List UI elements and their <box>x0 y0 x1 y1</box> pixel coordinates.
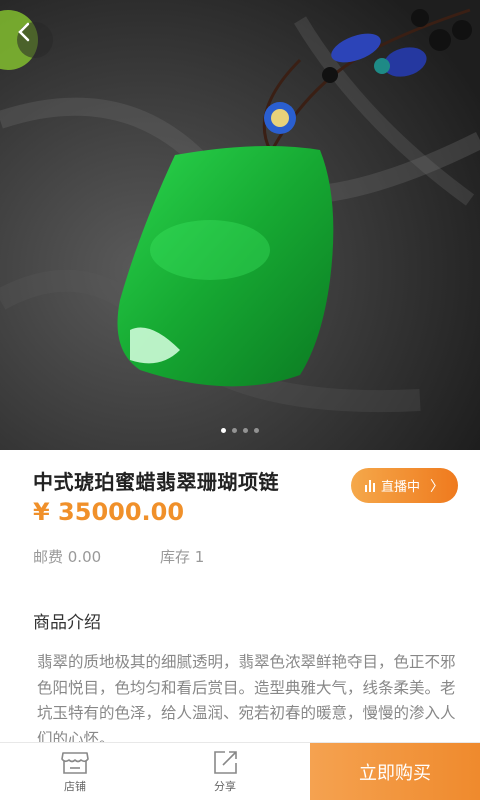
jade-pendant-photo <box>0 0 480 450</box>
store-tab[interactable]: 店铺 <box>0 743 150 800</box>
store-icon <box>61 752 89 774</box>
buy-now-button[interactable]: 立即购买 <box>310 743 480 800</box>
stock-count: 库存 1 <box>160 548 205 566</box>
live-stream-button[interactable]: 直播中 〉 <box>351 468 458 503</box>
product-price: ¥ 35000.00 <box>33 498 185 526</box>
live-label: 直播中 <box>381 480 421 495</box>
product-image[interactable] <box>0 0 480 450</box>
pagination-dot[interactable] <box>254 428 259 433</box>
product-title: 中式琥珀蜜蜡翡翠珊瑚项链 <box>33 470 279 494</box>
gallery-pagination <box>0 428 480 433</box>
chevron-left-icon <box>18 22 30 42</box>
store-label: 店铺 <box>64 780 86 793</box>
back-button[interactable] <box>17 22 53 58</box>
pagination-dot[interactable] <box>221 428 226 433</box>
pagination-dot[interactable] <box>232 428 237 433</box>
intro-text: 翡翠的质地极其的细腻透明，翡翠色浓翠鲜艳夺目，色正不邪色阳悦目，色均匀和看后赏目… <box>37 653 456 748</box>
bottom-action-bar: 店铺 分享 立即购买 <box>0 742 480 800</box>
intro-heading: 商品介绍 <box>33 613 101 633</box>
share-icon <box>214 751 237 774</box>
pagination-dot[interactable] <box>243 428 248 433</box>
live-bars-icon <box>365 479 375 492</box>
share-label: 分享 <box>214 780 236 793</box>
chevron-right-icon: 〉 <box>430 478 445 495</box>
share-tab[interactable]: 分享 <box>150 743 300 800</box>
shipping-fee: 邮费 0.00 <box>33 548 102 566</box>
